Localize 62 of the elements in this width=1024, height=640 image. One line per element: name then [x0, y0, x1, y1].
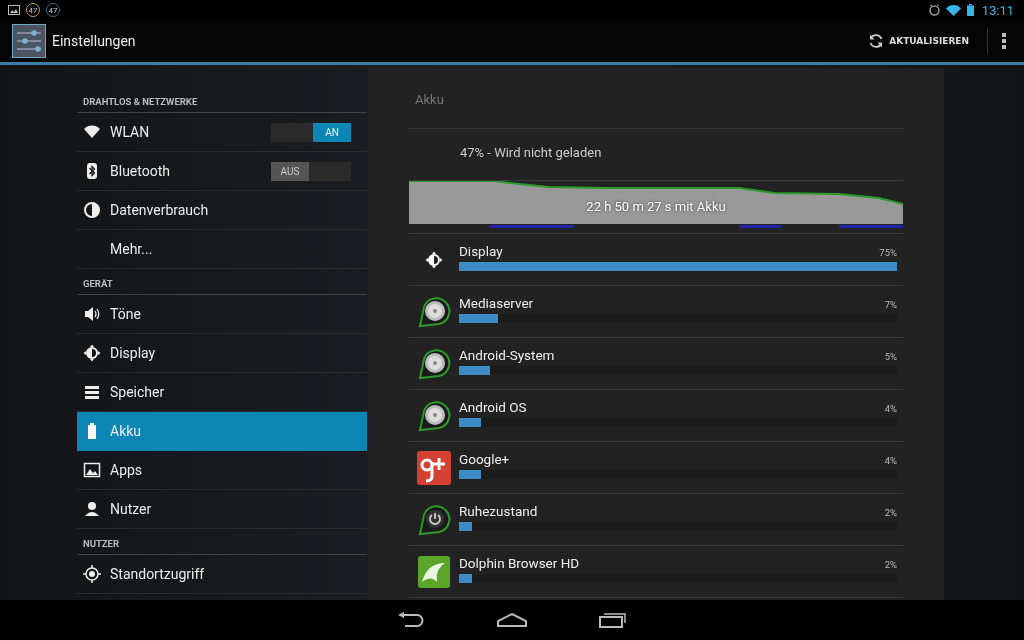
usage-row[interactable]: Google+ 4%	[409, 442, 903, 494]
settings-item[interactable]: Bluetooth AUS	[77, 152, 367, 191]
settings-item[interactable]: Mehr...	[77, 230, 367, 269]
panel-title: Akku	[409, 92, 903, 129]
battery-status: 47% - Wird nicht geladen	[409, 129, 903, 181]
settings-item[interactable]: WLAN AN	[77, 113, 367, 152]
settings-item[interactable]: Nutzer	[77, 490, 367, 529]
picture-icon	[8, 5, 20, 15]
settings-item[interactable]: Akku	[77, 412, 367, 451]
usage-percent: 2%	[884, 507, 897, 518]
settings-item[interactable]: Standortzugriff	[77, 555, 367, 594]
alarm-icon	[928, 4, 940, 16]
wifi-icon	[945, 4, 961, 16]
usage-percent: 75%	[879, 247, 897, 258]
google-plus-icon	[417, 451, 451, 485]
usage-row[interactable]: Android OS 4%	[409, 390, 903, 442]
section-header: DRAHTLOS & NETZWERKE	[77, 93, 367, 113]
dolphin-icon	[417, 555, 451, 589]
settings-item[interactable]: Datenverbrauch	[77, 191, 367, 230]
settings-item[interactable]: Apps	[77, 451, 367, 490]
app-name: Mediaserver	[459, 295, 534, 311]
toggle-switch[interactable]: AN	[271, 122, 351, 142]
overflow-menu-icon[interactable]	[1002, 33, 1006, 49]
refresh-icon	[868, 33, 885, 49]
usage-percent: 2%	[884, 559, 897, 570]
storage-icon	[83, 383, 101, 401]
location-icon	[83, 565, 101, 583]
apps-image-icon	[83, 461, 101, 479]
app-name: Android OS	[459, 399, 527, 415]
speaker-icon	[83, 305, 101, 323]
app-name: Display	[459, 243, 503, 259]
usage-row[interactable]: Mediaserver 7%	[409, 286, 903, 338]
user-icon	[83, 500, 101, 518]
app-name: Google+	[459, 451, 510, 467]
toggle-switch[interactable]: AUS	[271, 161, 351, 181]
battery-icon	[966, 4, 974, 16]
usage-percent: 4%	[884, 455, 897, 466]
app-title: Einstellungen	[52, 33, 136, 49]
usage-row[interactable]: Dolphin Browser HD 2%	[409, 546, 903, 598]
back-icon[interactable]	[397, 612, 425, 628]
home-icon[interactable]	[497, 613, 527, 627]
app-name: Dolphin Browser HD	[459, 555, 580, 571]
battery-duration: 22 h 50 m 27 s mit Akku	[586, 199, 726, 214]
usage-percent: 7%	[884, 299, 897, 310]
usage-percent: 4%	[884, 403, 897, 414]
recent-apps-icon[interactable]	[599, 612, 627, 628]
app-name: Android-System	[459, 347, 555, 363]
app-name: Ruhezustand	[459, 503, 538, 519]
power-icon	[417, 503, 451, 537]
clock-time: 13:11	[981, 2, 1014, 18]
data-usage-icon	[83, 201, 101, 219]
section-header: GERÄT	[77, 275, 367, 295]
settings-item[interactable]: Töne	[77, 295, 367, 334]
settings-item[interactable]: Display	[77, 334, 367, 373]
usage-row[interactable]: Display 75%	[409, 234, 903, 286]
usage-row[interactable]: Ruhezustand 2%	[409, 494, 903, 546]
brightness-icon	[83, 344, 101, 362]
refresh-button[interactable]: AKTUALISIEREN	[864, 29, 973, 53]
usage-row[interactable]: Android-System 5%	[409, 338, 903, 390]
usage-percent: 5%	[884, 351, 897, 362]
section-header: NUTZER	[77, 535, 367, 555]
settings-app-icon[interactable]	[12, 24, 46, 58]
